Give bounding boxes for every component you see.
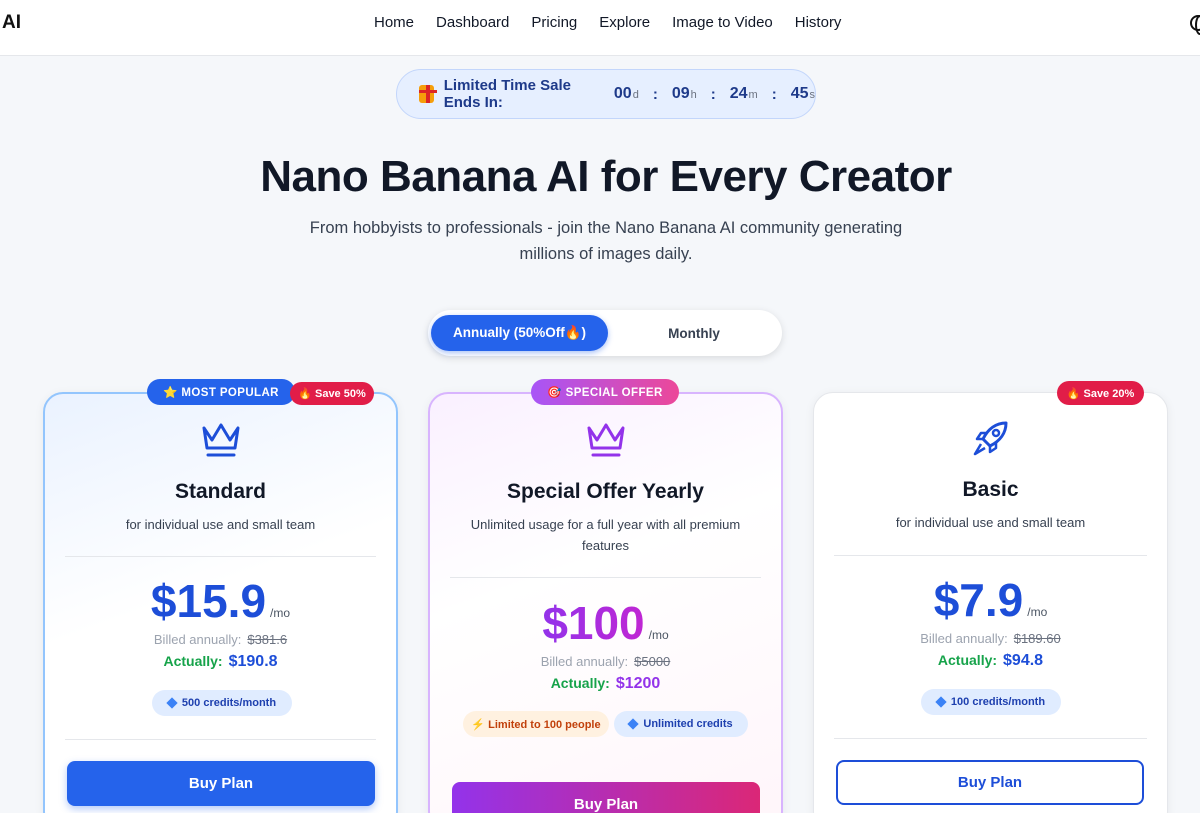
nav-dashboard[interactable]: Dashboard — [436, 14, 509, 31]
page-title: Nano Banana AI for Every Creator — [260, 152, 952, 201]
actual-price: Actually: $1200 — [550, 675, 661, 692]
diamond-icon — [935, 696, 947, 708]
divider — [834, 555, 1147, 556]
language-globe-icon[interactable] — [1190, 15, 1200, 35]
rocket-icon — [973, 421, 1008, 456]
price-period: /mo — [1027, 605, 1048, 619]
page-subtitle: From hobbyists to professionals - join t… — [309, 219, 903, 263]
price-period: /mo — [648, 628, 669, 642]
crown-icon — [587, 423, 625, 457]
limited-chip: ⚡ Limited to 100 people — [463, 711, 609, 737]
plan-card-special-offer: Special Offer Yearly Unlimited usage for… — [428, 392, 783, 813]
nav-home[interactable]: Home — [374, 14, 414, 31]
countdown-minutes: 24 m — [729, 85, 758, 102]
billing-period-toggle: Annually (50%Off🔥) Monthly — [428, 310, 782, 356]
plan-card-standard: Standard for individual use and small te… — [43, 392, 398, 813]
plan-price: $100 — [542, 597, 645, 649]
billed-annually: Billed annually: $5000 — [540, 654, 671, 669]
plan-card-basic: Basic for individual use and small team … — [813, 392, 1168, 813]
plan-price: $7.9 — [933, 574, 1024, 626]
divider — [834, 738, 1147, 739]
top-navbar: AI Home Dashboard Pricing Explore Image … — [0, 0, 1200, 56]
buy-plan-button[interactable]: Buy Plan — [836, 760, 1144, 805]
original-price: $189.60 — [1013, 631, 1061, 646]
save-badge: 🔥 Save 20% — [1057, 381, 1144, 405]
nav-image-to-video[interactable]: Image to Video — [672, 14, 773, 31]
diamond-icon — [166, 697, 178, 709]
countdown-label: Limited Time Sale Ends In: — [443, 77, 572, 111]
plan-name: Special Offer Yearly — [507, 480, 704, 503]
nav-history[interactable]: History — [795, 14, 842, 31]
price-row: $7.9 /mo — [814, 577, 1167, 623]
main-nav: Home Dashboard Pricing Explore Image to … — [374, 0, 841, 44]
most-popular-badge: ⭐ MOST POPULAR — [147, 379, 295, 405]
nav-pricing[interactable]: Pricing — [531, 14, 577, 31]
plan-name: Basic — [962, 478, 1019, 501]
billing-monthly-option[interactable]: Monthly — [608, 315, 780, 351]
credits-chip: 500 credits/month — [152, 690, 292, 716]
original-price: $381.6 — [247, 632, 288, 647]
plan-description: for individual use and small team — [895, 515, 1086, 530]
countdown-hours: 09 h — [671, 85, 697, 102]
sale-countdown-banner: Limited Time Sale Ends In: 00 d : 09 h :… — [396, 69, 816, 119]
divider — [65, 556, 376, 557]
price-row: $15.9 /mo — [45, 578, 396, 624]
billed-annually: Billed annually: $381.6 — [153, 632, 288, 647]
countdown-days: 00 d — [613, 85, 639, 102]
save-badge: 🔥 Save 50% — [290, 382, 374, 405]
diamond-icon — [627, 718, 640, 730]
actual-price: Actually: $190.8 — [163, 653, 278, 670]
billing-annual-option[interactable]: Annually (50%Off🔥) — [431, 315, 608, 351]
price-row: $100 /mo — [430, 600, 781, 646]
credits-chip: Unlimited credits — [614, 711, 748, 737]
nav-explore[interactable]: Explore — [599, 14, 650, 31]
gift-icon — [419, 85, 437, 103]
plan-description: Unlimited usage for a full year with all… — [470, 517, 741, 553]
plan-name: Standard — [174, 480, 266, 503]
countdown-seconds: 45 s — [790, 85, 815, 102]
billed-annually: Billed annually: $189.60 — [920, 631, 1061, 646]
plan-description: for individual use and small team — [125, 517, 316, 532]
logo[interactable]: AI — [2, 12, 21, 34]
crown-icon — [202, 423, 240, 457]
divider — [450, 577, 761, 578]
divider — [65, 739, 376, 740]
buy-plan-button[interactable]: Buy Plan — [67, 761, 375, 806]
price-period: /mo — [270, 606, 291, 620]
original-price: $5000 — [634, 654, 671, 669]
buy-plan-button[interactable]: Buy Plan — [452, 782, 760, 813]
plan-price: $15.9 — [150, 575, 267, 627]
credits-chip: 100 credits/month — [921, 689, 1061, 715]
special-offer-badge: 🎯 SPECIAL OFFER — [531, 379, 679, 405]
actual-price: Actually: $94.8 — [937, 652, 1044, 669]
